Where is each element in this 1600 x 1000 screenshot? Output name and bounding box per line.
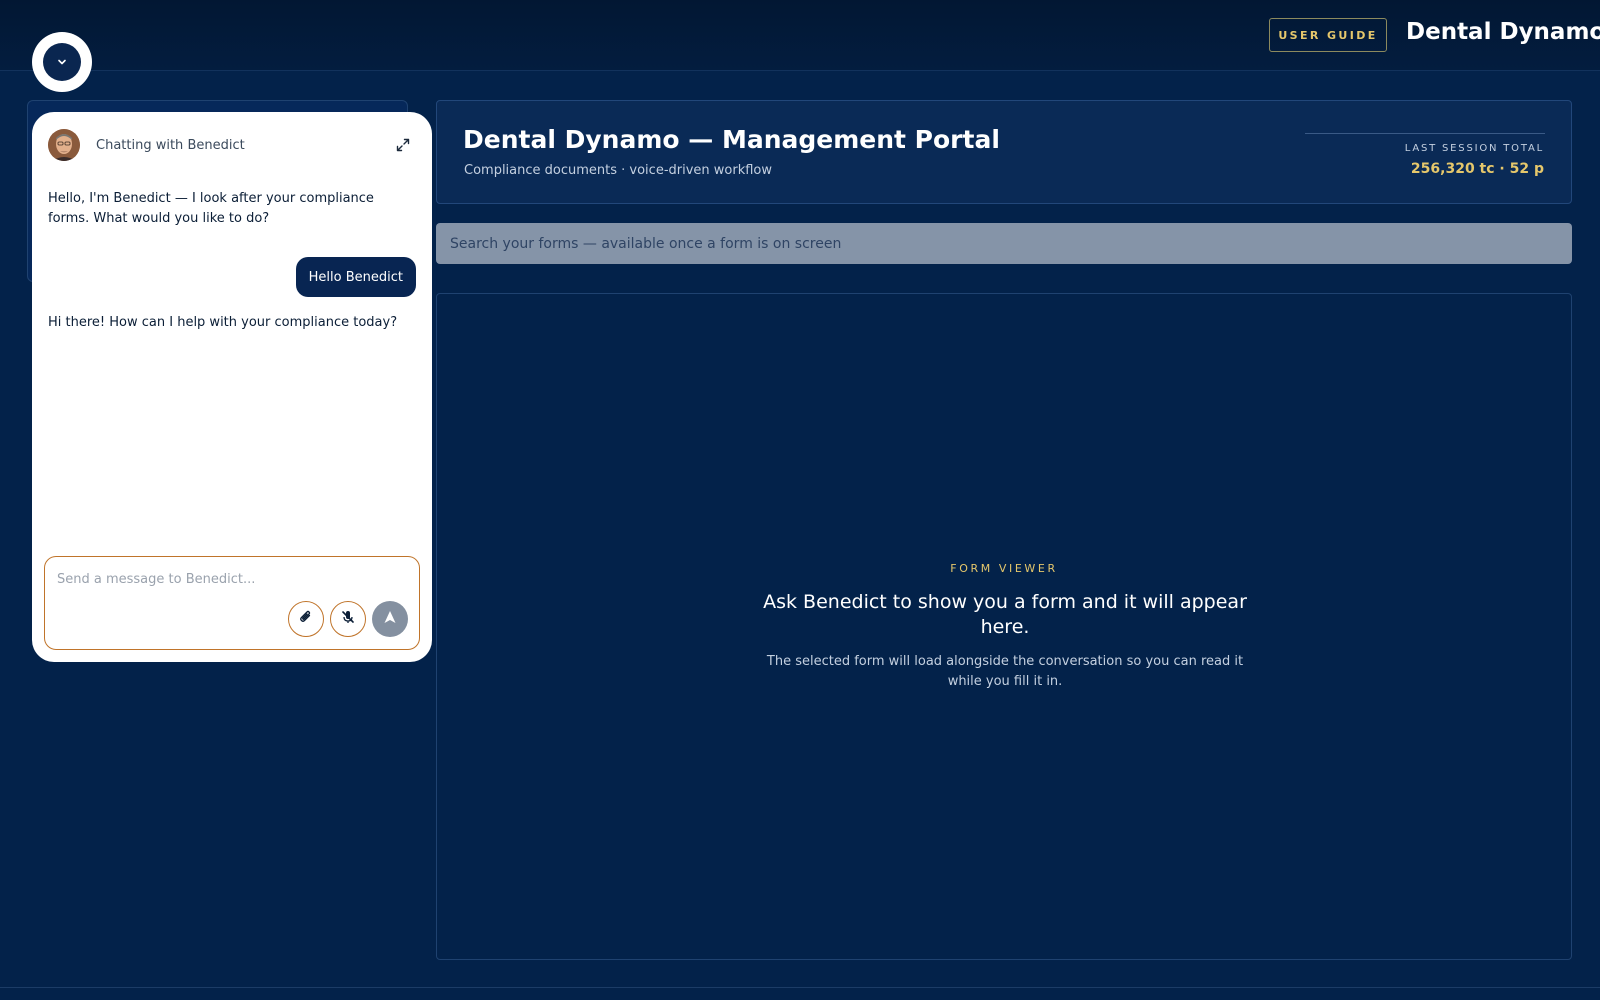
paperclip-icon [297, 608, 315, 630]
attach-button[interactable] [288, 601, 324, 637]
send-button[interactable] [372, 601, 408, 637]
form-viewer: FORM VIEWER Ask Benedict to show you a f… [436, 293, 1572, 960]
top-bar: USER GUIDE Dental Dynamo [0, 0, 1600, 71]
chat-toggle-button[interactable] [32, 32, 92, 92]
chevron-down-icon [43, 43, 81, 81]
page-subtitle: Compliance documents · voice-driven work… [464, 163, 773, 178]
chat-title-prefix: Chatting with [96, 137, 188, 153]
chat-title: Chatting with Benedict [96, 138, 245, 153]
brand-title: Dental Dynamo [1406, 19, 1600, 45]
form-search-input[interactable] [436, 223, 1572, 264]
agent-name: Benedict [187, 137, 245, 153]
form-viewer-label: FORM VIEWER [950, 562, 1058, 575]
message-composer [44, 556, 420, 650]
session-total-value: 256,320 tc · 52 p [1410, 161, 1544, 177]
bot-message: Hello, I'm Benedict — I look after your … [48, 191, 374, 226]
footer-divider [0, 987, 1600, 988]
bot-message: Hi there! How can I help with your compl… [48, 315, 398, 330]
form-viewer-description: The selected form will load alongside th… [766, 654, 1244, 689]
expand-icon[interactable] [394, 136, 412, 154]
portal-header-card: Dental Dynamo — Management Portal Compli… [436, 100, 1572, 204]
send-icon [382, 609, 398, 629]
mic-off-icon [339, 608, 357, 630]
mic-toggle-button[interactable] [330, 601, 366, 637]
form-viewer-heading: Ask Benedict to show you a form and it w… [763, 591, 1247, 638]
message-input[interactable] [57, 567, 397, 591]
page-title: Dental Dynamo — Management Portal [463, 125, 1000, 154]
divider [1305, 133, 1545, 134]
chat-panel: Chatting with Benedict Hello, I'm Benedi… [32, 112, 432, 662]
user-guide-button[interactable]: USER GUIDE [1269, 18, 1387, 52]
chat-header: Chatting with Benedict [48, 128, 416, 162]
search-bar [436, 223, 1572, 264]
user-message: Hello Benedict [295, 257, 416, 297]
session-total-label: LAST SESSION TOTAL [1404, 143, 1544, 154]
avatar [48, 129, 80, 161]
